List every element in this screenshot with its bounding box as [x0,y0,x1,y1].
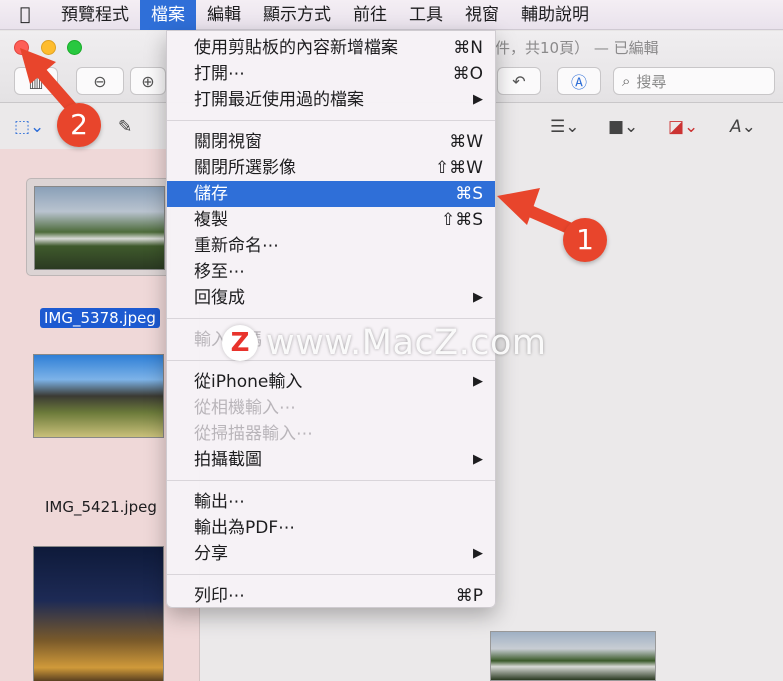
annotation-badge-1: 1 [563,218,607,262]
annotation-badge-2: 2 [57,103,101,147]
arrow-to-close-icon [20,48,78,114]
annotation-arrows [20,48,584,238]
arrow-to-save-icon [497,188,584,238]
